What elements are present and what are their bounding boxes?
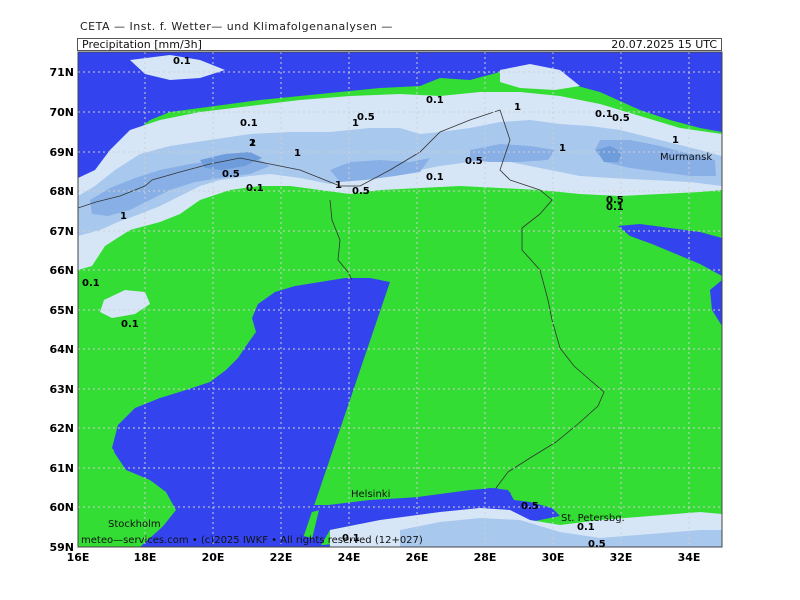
lat-label: 64N xyxy=(49,343,74,356)
contour-label: 1 xyxy=(672,135,679,146)
lon-label: 16E xyxy=(67,551,90,564)
city-helsinki: Helsinki xyxy=(351,489,390,500)
contour-label: 0.1 xyxy=(426,95,444,106)
lon-label: 32E xyxy=(610,551,633,564)
copyright-footer: meteo—services.com • (c)2025 IWKF • All … xyxy=(81,535,423,546)
lat-label: 68N xyxy=(49,185,74,198)
lon-label: 24E xyxy=(338,551,361,564)
longitude-axis: 16E 18E 20E 22E 24E 26E 28E 30E 32E 34E xyxy=(67,551,701,564)
contour-label: 0.5 xyxy=(352,186,370,197)
lat-label: 71N xyxy=(49,66,74,79)
lat-label: 70N xyxy=(49,106,74,119)
contour-label: 1 xyxy=(335,180,342,191)
lon-label: 26E xyxy=(406,551,429,564)
contour-label: 0.5 xyxy=(465,156,483,167)
contour-label: 1 xyxy=(294,148,301,159)
lat-label: 66N xyxy=(49,264,74,277)
lat-label: 63N xyxy=(49,383,74,396)
contour-label: 0.5 xyxy=(588,539,606,550)
contour-label: 0.1 xyxy=(595,109,613,120)
precipitation-map: 71N 70N 69N 68N 67N 66N 65N 64N 63N 62N … xyxy=(49,51,723,564)
contour-label: 0.1 xyxy=(82,278,100,289)
contour-label: 0.1 xyxy=(121,319,139,330)
lat-label: 62N xyxy=(49,422,74,435)
lon-label: 34E xyxy=(678,551,701,564)
lon-label: 28E xyxy=(474,551,497,564)
contour-label: 0.1 xyxy=(426,172,444,183)
lon-label: 22E xyxy=(270,551,293,564)
lon-label: 18E xyxy=(134,551,157,564)
contour-label: 2 xyxy=(249,138,256,149)
contour-label: 1 xyxy=(559,143,566,154)
lon-label: 30E xyxy=(542,551,565,564)
lat-label: 60N xyxy=(49,501,74,514)
contour-label: 0.5 xyxy=(357,112,375,123)
contour-label: 0.5 xyxy=(521,501,539,512)
contour-label: 0.5 xyxy=(222,169,240,180)
lat-label: 67N xyxy=(49,225,74,238)
contour-label: 0.1 xyxy=(173,56,191,67)
city-murmansk: Murmansk xyxy=(660,152,712,163)
contour-label: 1 xyxy=(120,211,127,222)
city-st-petersburg: St. Petersbg. xyxy=(561,513,625,524)
contour-label: 1 xyxy=(352,118,359,129)
contour-label: 1 xyxy=(514,102,521,113)
lat-label: 65N xyxy=(49,304,74,317)
contour-label: 0.1 xyxy=(240,118,258,129)
lat-label: 61N xyxy=(49,462,74,475)
contour-label: 0.5 xyxy=(612,113,630,124)
lon-label: 20E xyxy=(202,551,225,564)
contour-label: 0.5 xyxy=(606,195,624,206)
contour-label: 0.1 xyxy=(246,183,264,194)
latitude-axis: 71N 70N 69N 68N 67N 66N 65N 64N 63N 62N … xyxy=(49,66,74,554)
city-stockholm: Stockholm xyxy=(108,519,161,530)
lat-label: 69N xyxy=(49,146,74,159)
